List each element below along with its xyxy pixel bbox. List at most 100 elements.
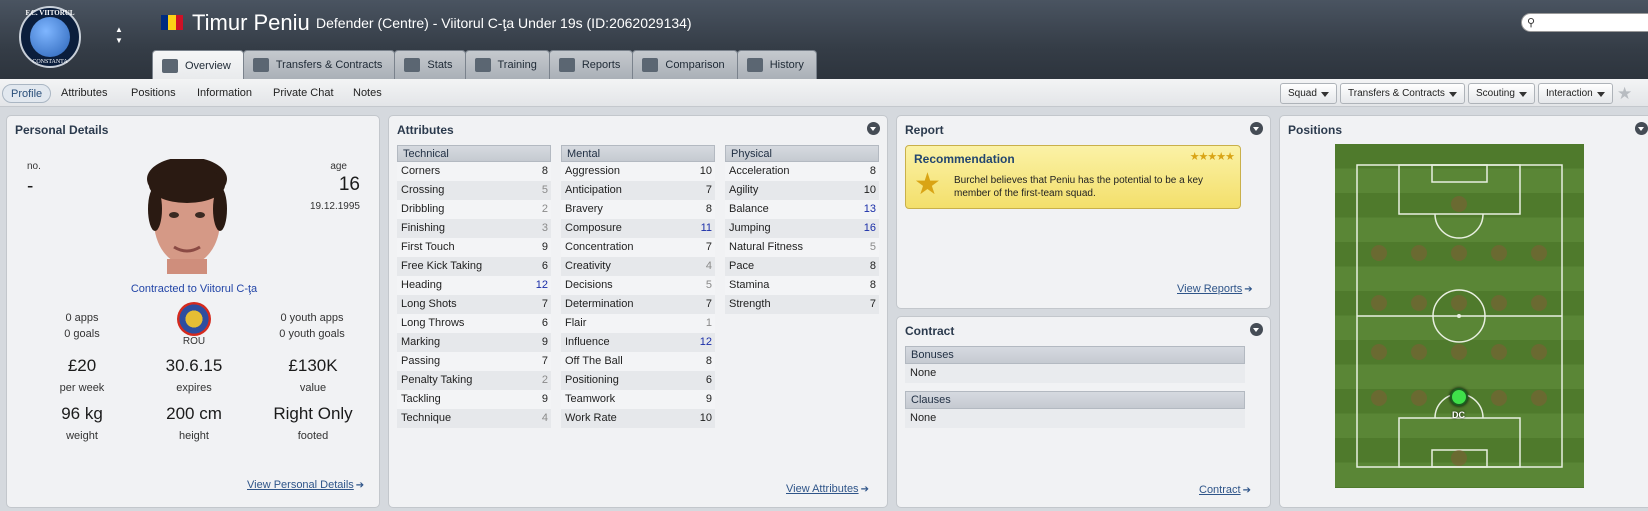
view-personal-details-link[interactable]: View Personal Details ➔ bbox=[247, 479, 364, 491]
position-marker bbox=[1531, 344, 1547, 360]
weight-value: 96 kg bbox=[61, 404, 103, 423]
attribute-value: 2 bbox=[541, 203, 548, 215]
attribute-rows: Acceleration 8 Agility 10 Balance 13 Jumping 16… bbox=[725, 162, 879, 314]
natural-position-label: DC bbox=[1452, 410, 1465, 420]
panel-title: Attributes bbox=[397, 123, 454, 137]
personal-details-panel: Personal Details no. - age 16 19.12.1995… bbox=[6, 115, 380, 508]
link-label[interactable]: View Attributes bbox=[786, 483, 859, 495]
tab-label: Transfers & Contracts bbox=[275, 59, 383, 71]
attribute-name: Strength bbox=[729, 298, 771, 310]
attribute-row: Technique 4 bbox=[397, 409, 551, 428]
attribute-row: Concentration 7 bbox=[561, 238, 715, 257]
subnav-information[interactable]: Information bbox=[189, 84, 260, 103]
subnav-private-chat[interactable]: Private Chat bbox=[265, 84, 342, 103]
collapse-panel-icon[interactable] bbox=[1635, 122, 1648, 135]
physical-attributes: Physical Acceleration 8 Agility 10 Balance 13… bbox=[725, 145, 879, 314]
mental-attributes: Mental Aggression 10 Anticipation 7 Bravery 8… bbox=[561, 145, 715, 428]
attribute-name: Jumping bbox=[729, 222, 771, 234]
attribute-row: Passing 7 bbox=[397, 352, 551, 371]
link-label[interactable]: Contract bbox=[1199, 484, 1241, 496]
attribute-value: 10 bbox=[863, 184, 876, 196]
attribute-row: Long Shots 7 bbox=[397, 295, 551, 314]
tab-training[interactable]: Training bbox=[464, 50, 550, 79]
contracted-club-link[interactable]: Contracted to Viitorul C-ţa bbox=[7, 283, 379, 295]
nationality-code: ROU bbox=[182, 336, 206, 347]
subnav-notes[interactable]: Notes bbox=[345, 84, 390, 103]
contract-link[interactable]: Contract ➔ bbox=[1199, 484, 1251, 496]
nationality-flag-icon bbox=[161, 15, 183, 30]
attribute-value: 4 bbox=[541, 412, 548, 424]
favourite-star-icon[interactable]: ★ bbox=[1617, 84, 1632, 104]
training-icon bbox=[474, 58, 491, 72]
contract-panel: Contract Bonuses None Clauses None Contr… bbox=[896, 316, 1271, 508]
attribute-row: Influence 12 bbox=[561, 333, 715, 352]
arrow-up-icon[interactable]: ▲ bbox=[112, 24, 126, 35]
star-icon: ★ bbox=[914, 168, 941, 201]
subnav-attributes[interactable]: Attributes bbox=[53, 84, 115, 103]
view-attributes-link[interactable]: View Attributes ➔ bbox=[786, 483, 869, 495]
tab-label: Stats bbox=[427, 59, 453, 71]
arrow-down-icon[interactable]: ▼ bbox=[112, 35, 126, 46]
position-marker bbox=[1371, 390, 1387, 406]
view-reports-link[interactable]: View Reports ➔ bbox=[1177, 283, 1253, 295]
tab-history[interactable]: History bbox=[736, 50, 817, 79]
attribute-value: 11 bbox=[700, 222, 712, 234]
height-value: 200 cm bbox=[166, 404, 222, 423]
attributes-panel: Attributes Technical Corners 8 Crossing 5 Dr… bbox=[388, 115, 888, 508]
link-label[interactable]: View Reports bbox=[1177, 283, 1242, 295]
attribute-row: Creativity 4 bbox=[561, 257, 715, 276]
collapse-panel-icon[interactable] bbox=[867, 122, 880, 135]
attribute-value: 9 bbox=[705, 393, 712, 405]
attribute-row: Tackling 9 bbox=[397, 390, 551, 409]
attribute-name: Creativity bbox=[565, 260, 611, 272]
subnav-profile[interactable]: Profile bbox=[2, 84, 52, 103]
tab-overview[interactable]: Overview bbox=[152, 50, 244, 79]
search-icon: ⚲ bbox=[1527, 17, 1536, 29]
attribute-value: 2 bbox=[541, 374, 548, 386]
interaction-dropdown[interactable]: Interaction bbox=[1538, 83, 1613, 104]
subnav-positions[interactable]: Positions bbox=[123, 84, 184, 103]
attribute-value: 4 bbox=[705, 260, 712, 272]
player-face-avatar bbox=[147, 159, 227, 274]
attribute-name: Acceleration bbox=[729, 165, 790, 177]
flag-stripe bbox=[175, 15, 183, 30]
arrow-right-icon: ➔ bbox=[1242, 485, 1251, 496]
attribute-row: Penalty Taking 2 bbox=[397, 371, 551, 390]
panel-title: Report bbox=[905, 123, 944, 137]
position-marker bbox=[1451, 344, 1467, 360]
column-header: Physical bbox=[725, 145, 879, 162]
report-icon bbox=[558, 58, 575, 72]
collapse-panel-icon[interactable] bbox=[1250, 323, 1263, 336]
tab-stats[interactable]: Stats bbox=[394, 50, 466, 79]
position-marker bbox=[1491, 245, 1507, 261]
attribute-value: 1 bbox=[705, 317, 712, 329]
attribute-row: Positioning 6 bbox=[561, 371, 715, 390]
attribute-row: Dribbling 2 bbox=[397, 200, 551, 219]
squad-number-value: - bbox=[27, 176, 34, 197]
attribute-name: Finishing bbox=[401, 222, 446, 234]
squad-dropdown[interactable]: Squad bbox=[1280, 83, 1337, 104]
club-crest-logo[interactable]: F.C. VIITORUL CONSTANTA bbox=[19, 6, 81, 68]
tab-transfers-contracts[interactable]: Transfers & Contracts bbox=[242, 50, 396, 79]
position-marker bbox=[1371, 344, 1387, 360]
attribute-name: Dribbling bbox=[401, 203, 445, 215]
transfers-contracts-dropdown[interactable]: Transfers & Contracts bbox=[1340, 83, 1465, 104]
player-switch-arrows[interactable]: ▲ ▼ bbox=[112, 24, 126, 50]
recommendation-title: Recommendation bbox=[914, 152, 1015, 166]
attribute-name: Teamwork bbox=[565, 393, 616, 405]
player-name: Timur Peniu bbox=[192, 10, 310, 35]
tab-label: Comparison bbox=[665, 59, 725, 71]
collapse-panel-icon[interactable] bbox=[1250, 122, 1263, 135]
tab-label: Reports bbox=[581, 59, 621, 71]
attribute-value: 7 bbox=[705, 241, 712, 253]
youth-goals-count: 0 youth goals bbox=[279, 328, 345, 340]
tab-comparison[interactable]: Comparison bbox=[632, 50, 738, 79]
attribute-row: Aggression 10 bbox=[561, 162, 715, 181]
player-value: £130K bbox=[288, 356, 338, 375]
attribute-row: Decisions 5 bbox=[561, 276, 715, 295]
attribute-row: Marking 9 bbox=[397, 333, 551, 352]
link-label[interactable]: View Personal Details bbox=[247, 479, 354, 491]
search-input[interactable]: ⚲ bbox=[1521, 13, 1648, 32]
scouting-dropdown[interactable]: Scouting bbox=[1468, 83, 1535, 104]
tab-reports[interactable]: Reports bbox=[548, 50, 634, 79]
